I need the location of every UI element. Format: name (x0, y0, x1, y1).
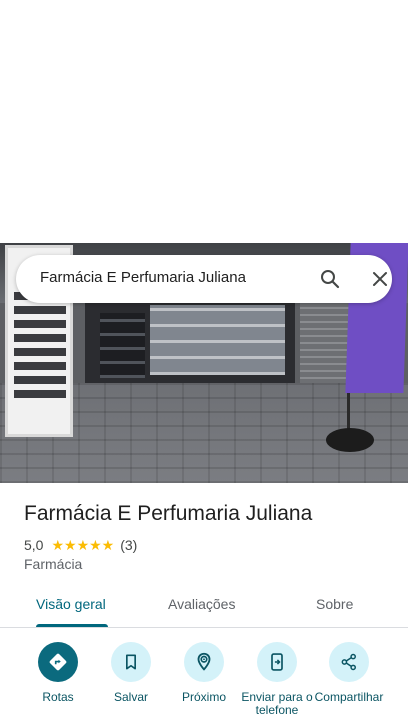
nearby-label: Próximo (181, 690, 226, 704)
share-label: Compartilhar (314, 690, 384, 704)
send-to-phone-button[interactable]: Enviar para o telefone (237, 642, 317, 717)
share-icon (329, 642, 369, 682)
search-query-text[interactable]: Farmácia E Perfumaria Juliana (40, 269, 246, 286)
map-blank-area (0, 0, 408, 243)
tab-reviews[interactable]: Avaliações (168, 596, 235, 612)
send-to-phone-label: Enviar para o telefone (241, 690, 313, 717)
share-button[interactable]: Compartilhar (309, 642, 389, 704)
close-icon[interactable] (368, 267, 392, 291)
action-bar: Rotas Salvar Próximo Enviar para o telef… (0, 640, 408, 726)
save-button[interactable]: Salvar (91, 642, 171, 704)
place-tabs: Visão geral Avaliações Sobre (0, 588, 408, 628)
save-label: Salvar (113, 690, 148, 704)
nearby-icon (184, 642, 224, 682)
place-title: Farmácia E Perfumaria Juliana (24, 502, 313, 525)
active-tab-indicator (36, 624, 108, 627)
rating-value: 5,0 (24, 537, 44, 553)
bookmark-icon (111, 642, 151, 682)
review-count[interactable]: (3) (120, 537, 137, 553)
place-category[interactable]: Farmácia (24, 556, 82, 572)
send-to-phone-icon (257, 642, 297, 682)
star-rating-icon: ★★★★★ (51, 536, 115, 553)
directions-label: Rotas (42, 690, 74, 704)
directions-button[interactable]: Rotas (18, 642, 98, 704)
directions-icon (38, 642, 78, 682)
nearby-button[interactable]: Próximo (164, 642, 244, 704)
tab-about[interactable]: Sobre (316, 596, 353, 612)
search-icon[interactable] (318, 267, 342, 291)
rating-row[interactable]: 5,0 ★★★★★ (3) (24, 536, 137, 554)
tab-overview[interactable]: Visão geral (36, 596, 106, 612)
search-bar[interactable]: Farmácia E Perfumaria Juliana (16, 255, 392, 303)
